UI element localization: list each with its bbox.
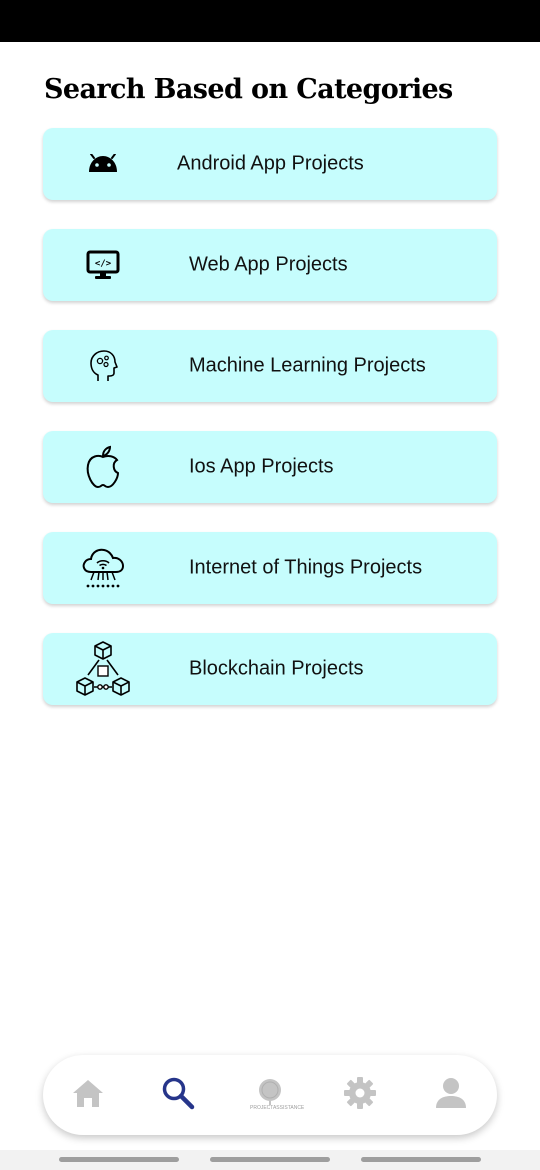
nav-profile[interactable] (431, 1075, 471, 1115)
logo-caption: PROJECTASSISTANCE (250, 1105, 305, 1111)
recent-apps-gesture[interactable] (59, 1157, 179, 1162)
home-gesture[interactable] (210, 1157, 330, 1162)
search-icon (161, 1076, 195, 1115)
web-code-monitor-icon: </> (73, 235, 133, 295)
category-label: Internet of Things Projects (189, 556, 423, 579)
nav-logo[interactable]: PROJECTASSISTANCE (250, 1075, 305, 1115)
page-title: Search Based on Categories (44, 74, 453, 105)
svg-text:</>: </> (95, 259, 112, 269)
category-card-blockchain[interactable]: Blockchain Projects (43, 633, 497, 705)
nav-home[interactable] (68, 1075, 108, 1115)
category-label: Machine Learning Projects (189, 354, 426, 377)
home-icon (71, 1078, 105, 1113)
category-card-android[interactable]: Android App Projects (43, 128, 497, 200)
system-gesture-bar (0, 1150, 540, 1170)
category-list: Android App Projects </> Web App Project… (43, 128, 497, 734)
gear-icon (342, 1075, 378, 1116)
ai-head-icon (73, 336, 133, 396)
nav-settings[interactable] (340, 1075, 380, 1115)
category-label: Android App Projects (177, 152, 364, 175)
category-label: Ios App Projects (189, 455, 334, 478)
iot-cloud-icon (73, 538, 133, 598)
category-label: Blockchain Projects (189, 657, 364, 680)
category-card-iot[interactable]: Internet of Things Projects (43, 532, 497, 604)
android-icon (73, 134, 133, 194)
apple-icon (73, 437, 133, 497)
category-card-ios[interactable]: Ios App Projects (43, 431, 497, 503)
status-bar (0, 0, 540, 42)
bottom-navigation: PROJECTASSISTANCE (43, 1055, 497, 1135)
blockchain-icon (73, 639, 133, 699)
nav-search[interactable] (158, 1075, 198, 1115)
category-label: Web App Projects (189, 253, 348, 276)
person-icon (434, 1076, 468, 1115)
category-card-machine-learning[interactable]: Machine Learning Projects (43, 330, 497, 402)
category-card-web[interactable]: </> Web App Projects (43, 229, 497, 301)
back-gesture[interactable] (361, 1157, 481, 1162)
